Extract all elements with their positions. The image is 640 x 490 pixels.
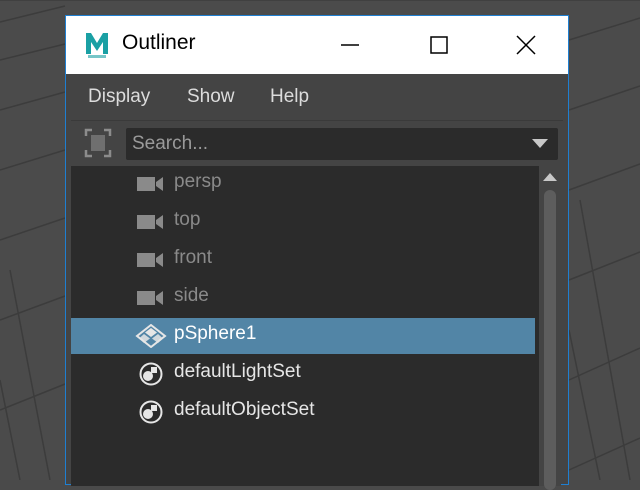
outliner-item-label: defaultLightSet	[174, 361, 301, 382]
title-bar[interactable]: Outliner	[66, 16, 568, 74]
close-icon	[516, 35, 536, 55]
outliner-tree: persp top front side pSphere1 defaultLig…	[71, 166, 541, 486]
set-icon	[139, 400, 163, 424]
maximize-icon	[430, 36, 448, 54]
outliner-item-label: defaultObjectSet	[174, 399, 315, 420]
outliner-item-side[interactable]: side	[71, 280, 535, 316]
menu-bar: Display Show Help	[71, 79, 563, 117]
camera-icon	[137, 253, 163, 267]
outliner-item-label: front	[174, 247, 213, 268]
window-title: Outliner	[122, 31, 196, 54]
search-placeholder: Search...	[132, 133, 209, 154]
minimize-button[interactable]	[320, 16, 380, 74]
set-icon	[139, 362, 163, 386]
search-input[interactable]: Search...	[126, 128, 558, 160]
outliner-item-label: side	[174, 285, 209, 306]
chevron-down-icon[interactable]	[532, 139, 548, 149]
outliner-item-label: pSphere1	[174, 323, 257, 344]
outliner-item-label: top	[174, 209, 201, 230]
filter-toggle-icon[interactable]	[83, 127, 113, 159]
outliner-item-psphere1[interactable]: pSphere1	[71, 318, 535, 354]
minimize-icon	[341, 44, 359, 46]
scroll-up-arrow-icon[interactable]	[543, 172, 557, 182]
outliner-item-persp[interactable]: persp	[71, 166, 535, 202]
menu-show[interactable]: Show	[187, 86, 235, 108]
transform-icon	[135, 324, 167, 348]
menu-help[interactable]: Help	[270, 86, 309, 108]
outliner-item-defaultobjectset[interactable]: defaultObjectSet	[71, 394, 535, 430]
scrollbar-thumb[interactable]	[544, 190, 556, 490]
outliner-item-top[interactable]: top	[71, 204, 535, 240]
menu-display[interactable]: Display	[88, 86, 150, 108]
camera-icon	[137, 291, 163, 305]
outliner-item-front[interactable]: front	[71, 242, 535, 278]
close-button[interactable]	[496, 16, 556, 74]
maximize-button[interactable]	[409, 16, 469, 74]
vertical-scrollbar[interactable]	[539, 166, 561, 490]
maya-logo-icon	[84, 30, 110, 60]
camera-icon	[137, 177, 163, 191]
outliner-window: Outliner Display Show Help Search... per…	[65, 15, 569, 490]
camera-icon	[137, 215, 163, 229]
outliner-item-defaultlightset[interactable]: defaultLightSet	[71, 356, 535, 392]
menu-divider	[71, 120, 563, 121]
outliner-item-label: persp	[174, 171, 222, 192]
